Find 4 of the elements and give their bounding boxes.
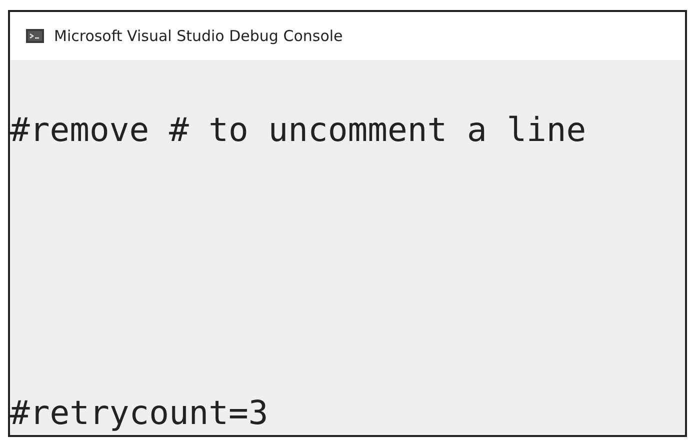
console-line: #remove # to uncomment a line <box>10 112 588 148</box>
console-icon <box>26 29 44 43</box>
console-line: #retrycount=3 <box>10 394 270 431</box>
window-title: Microsoft Visual Studio Debug Console <box>54 27 343 45</box>
